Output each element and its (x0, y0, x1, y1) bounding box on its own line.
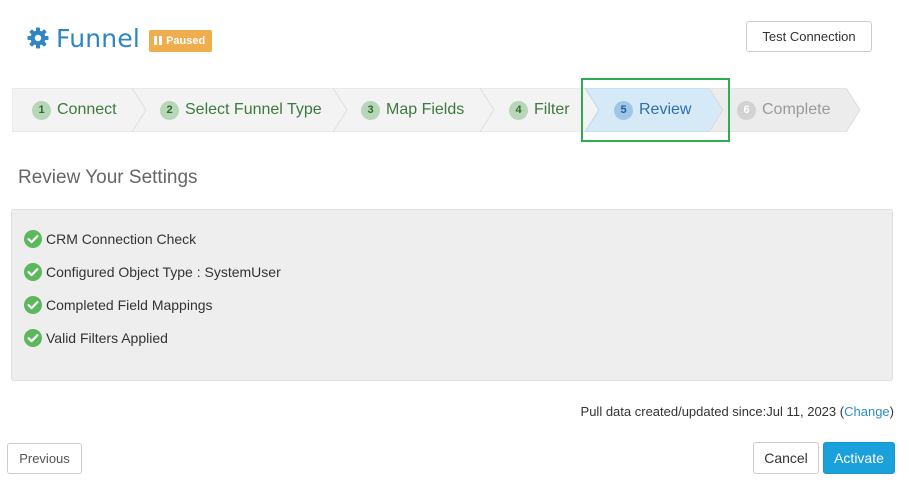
brand-title: Funnel (56, 23, 141, 53)
check-item-label: CRM Connection Check (46, 231, 197, 247)
step-number: 1 (32, 100, 51, 120)
wizard-step-connect[interactable]: 1 Connect (32, 88, 117, 132)
gear-icon (26, 26, 50, 50)
check-item-label: Completed Field Mappings (46, 297, 213, 313)
active-step-highlight (581, 78, 730, 142)
previous-button[interactable]: Previous (7, 443, 82, 474)
status-badge: Paused (149, 29, 213, 52)
wizard-step-select-funnel-type[interactable]: 2 Select Funnel Type (160, 88, 322, 132)
activate-button[interactable]: Activate (823, 442, 895, 474)
wizard-step-filter[interactable]: 4 Filter (509, 88, 570, 132)
paren-close: ) (889, 404, 894, 419)
check-item-object-type: Configured Object Type : SystemUser (24, 262, 281, 282)
step-number: 3 (361, 100, 380, 120)
wizard-steps: 1 Connect 2 Select Funnel Type 3 Map Fie… (12, 88, 872, 132)
pull-data-text: Pull data created/updated since:Jul 11, … (580, 404, 837, 419)
step-label: Select Funnel Type (185, 101, 322, 118)
page-title: Review Your Settings (18, 167, 198, 188)
check-item-field-mappings: Completed Field Mappings (24, 295, 213, 315)
pull-data-info: Pull data created/updated since:Jul 11, … (581, 404, 894, 419)
check-circle-icon (24, 329, 42, 347)
check-circle-icon (24, 263, 42, 281)
check-item-filters: Valid Filters Applied (24, 328, 168, 348)
step-label: Connect (57, 101, 117, 118)
wizard-step-map-fields[interactable]: 3 Map Fields (361, 88, 464, 132)
app-header: Funnel Paused (26, 18, 213, 58)
check-circle-icon (24, 296, 42, 314)
check-circle-icon (24, 230, 42, 248)
test-connection-button[interactable]: Test Connection (746, 21, 872, 52)
step-number: 2 (160, 100, 179, 120)
check-item-label: Configured Object Type : SystemUser (46, 264, 281, 280)
step-label: Complete (762, 101, 831, 118)
step-number: 4 (509, 100, 528, 120)
check-item-label: Valid Filters Applied (46, 330, 168, 346)
wizard-step-complete: 6 Complete (737, 88, 830, 132)
step-label: Filter (534, 101, 570, 118)
pause-icon (154, 36, 163, 45)
status-badge-label: Paused (166, 34, 206, 47)
step-label: Map Fields (386, 101, 465, 118)
check-item-crm-connection: CRM Connection Check (24, 229, 196, 249)
step-number: 6 (737, 100, 756, 120)
cancel-button[interactable]: Cancel (753, 442, 819, 474)
review-panel: CRM Connection Check Configured Object T… (11, 209, 893, 381)
change-date-link[interactable]: Change (844, 404, 890, 419)
